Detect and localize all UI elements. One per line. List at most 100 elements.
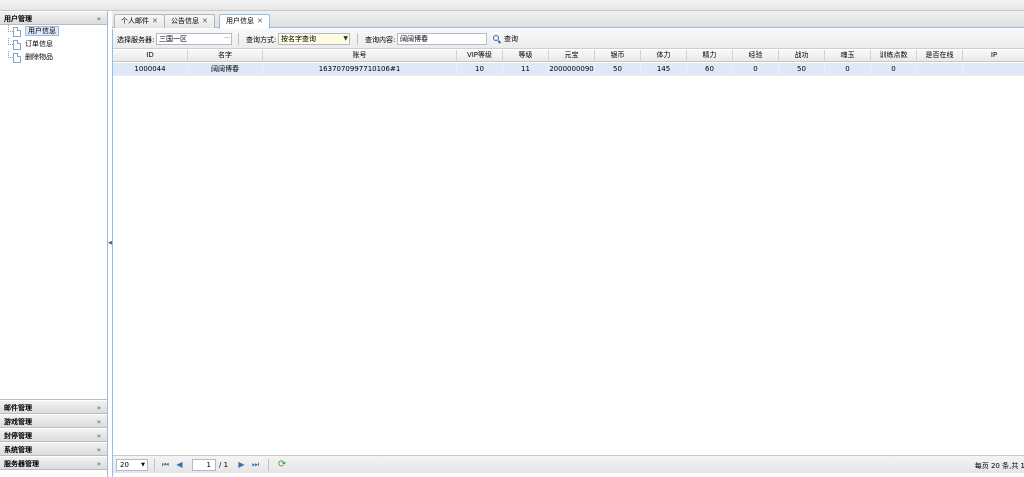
tree-item-label: 订单信息 [25,40,53,48]
column-header[interactable]: ID [113,50,188,61]
expand-icon[interactable]: » [97,401,101,415]
table-cell: 11 [503,63,549,75]
column-header[interactable]: IP [963,50,1024,61]
first-page-icon[interactable]: ⏮ [161,460,170,469]
column-header[interactable]: 魂玉 [825,50,871,61]
column-header[interactable]: VIP等级 [457,50,503,61]
column-header[interactable]: 账号 [263,50,457,61]
table-cell: 0 [733,63,779,75]
prev-page-icon[interactable]: ◀ [175,460,184,469]
tree-item-user-info[interactable]: 用户信息 [0,25,107,38]
expand-icon[interactable]: » [97,429,101,443]
method-label: 查询方式: [246,36,277,44]
table-cell: 0 [871,63,917,75]
main-panel: 选择服务器: 三国一区 ··· 查询方式: 按名字查询 ▼ 查询内容: 阔阔博春… [112,29,1024,477]
table-cell: 10 [457,63,503,75]
sidebar-splitter[interactable]: ◀ [107,236,112,250]
tab-user-info[interactable]: 用户信息 ✕ [219,14,270,29]
table-cell [917,63,963,75]
tree-item-delete-items[interactable]: 删除物品 [0,51,107,64]
table-cell: 50 [779,63,825,75]
query-toolbar: 选择服务器: 三国一区 ··· 查询方式: 按名字查询 ▼ 查询内容: 阔阔博春… [113,29,1024,49]
page-number-input[interactable]: 1 [192,459,216,471]
column-header[interactable]: 等级 [503,50,549,61]
tab-bar: 个人邮件 ✕ 公告信息 ✕ 用户信息 ✕ [112,11,1024,29]
last-page-icon[interactable]: ⏭ [251,460,260,469]
column-header[interactable]: 经验 [733,50,779,61]
table-cell: 1637070997710106#1 [263,63,457,75]
accordion-title: 系统管理 [4,446,32,454]
chevron-down-icon[interactable]: ▼ [343,34,348,44]
total-pages: / 1 [219,461,229,469]
table-cell: 1000044 [113,63,188,75]
column-header[interactable]: 是否在线 [917,50,963,61]
column-header[interactable]: 训练点数 [871,50,917,61]
accordion-header-server-management[interactable]: 服务器管理 » [0,456,107,470]
table-cell [963,63,1024,75]
server-label: 选择服务器: [117,36,155,44]
table-cell: 0 [825,63,871,75]
accordion-header-mail-management[interactable]: 邮件管理 » [0,400,107,414]
content-input[interactable]: 阔阔博春 [397,33,487,45]
column-header[interactable]: 银币 [595,50,641,61]
column-header[interactable]: 名字 [188,50,263,61]
tab-label: 公告信息 [171,17,199,25]
table-cell: 2000000090 [549,63,595,75]
document-icon [13,40,21,50]
page-size-value: 20 [120,461,129,469]
tab-label: 用户信息 [226,17,254,25]
accordion-header-system-management[interactable]: 系统管理 » [0,442,107,456]
tree-item-order-info[interactable]: 订单信息 [0,38,107,51]
server-select[interactable]: 三国一区 ··· [156,33,232,45]
more-icon[interactable]: ··· [224,34,230,44]
content-value: 阔阔博春 [400,35,428,43]
accordion-header-user-management[interactable]: 用户管理 « [0,11,107,25]
top-bar [0,0,1024,11]
document-icon [13,27,21,37]
tab-announcement[interactable]: 公告信息 ✕ [164,14,215,28]
accordion-title: 邮件管理 [4,404,32,412]
column-header[interactable]: 战功 [779,50,825,61]
column-header[interactable]: 体力 [641,50,687,61]
close-icon[interactable]: ✕ [257,17,263,25]
column-header[interactable]: 元宝 [549,50,595,61]
close-icon[interactable]: ✕ [152,17,158,25]
expand-icon[interactable]: » [97,415,101,429]
collapse-icon[interactable]: « [97,12,101,26]
tree-item-label: 删除物品 [25,53,53,61]
tab-personal-mail[interactable]: 个人邮件 ✕ [114,14,165,28]
expand-icon[interactable]: » [97,443,101,457]
refresh-icon[interactable]: ⟳ [278,459,290,471]
grid-header: ID 名字 账号 VIP等级 等级 元宝 银币 体力 精力 经验 战功 魂玉 训… [113,50,1024,62]
column-header[interactable]: 精力 [687,50,733,61]
next-page-icon[interactable]: ▶ [237,460,246,469]
chevron-down-icon[interactable]: ▼ [141,460,145,470]
table-row[interactable]: 1000044 阔阔博春 1637070997710106#1 10 11 20… [113,63,1024,76]
close-icon[interactable]: ✕ [202,17,208,25]
accordion-title: 封停管理 [4,432,32,440]
search-icon [493,35,499,41]
search-button-label: 查询 [504,35,518,43]
table-cell: 145 [641,63,687,75]
server-value: 三国一区 [159,35,187,43]
table-cell: 50 [595,63,641,75]
method-select[interactable]: 按名字查询 ▼ [278,33,350,45]
accordion-header-game-management[interactable]: 游戏管理 » [0,414,107,428]
document-icon [13,53,21,63]
search-button[interactable]: 查询 [493,33,518,45]
accordion-title: 服务器管理 [4,460,39,468]
table-cell: 阔阔博春 [188,63,263,75]
expand-icon[interactable]: » [97,457,101,471]
accordion-title: 游戏管理 [4,418,32,426]
tree-item-label: 用户信息 [25,26,59,36]
accordion-title: 用户管理 [4,15,32,23]
paging-toolbar: 20 ▼ ⏮ ◀ 1 / 1 ▶ ⏭ ⟳ 每页 20 条,共 1 [113,455,1024,473]
sidebar: 用户管理 « 用户信息 订单信息 删除物品 邮件管理 » 游戏管理 » 封停管理… [0,11,108,477]
accordion-body-user-management: 用户信息 订单信息 删除物品 [0,25,107,400]
paging-info: 每页 20 条,共 1 [974,462,1024,470]
method-value: 按名字查询 [281,35,316,43]
accordion-header-ban-management[interactable]: 封停管理 » [0,428,107,442]
tab-label: 个人邮件 [121,17,149,25]
page-size-select[interactable]: 20 ▼ [116,459,148,471]
content-label: 查询内容: [365,36,396,44]
